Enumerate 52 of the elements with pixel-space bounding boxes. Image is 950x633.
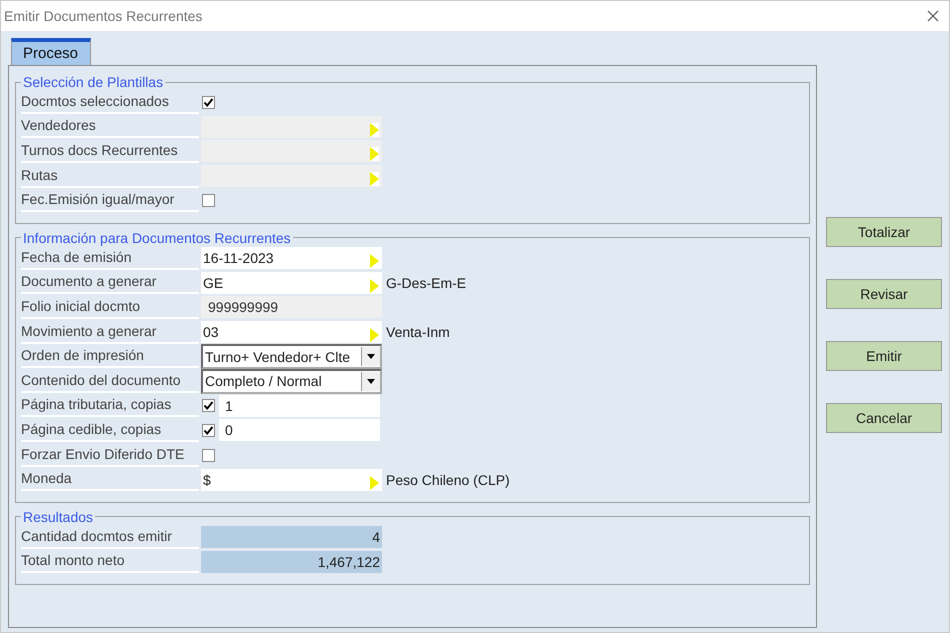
action-button[interactable]: Revisar	[826, 279, 942, 309]
field-label: Contenido del documento	[21, 370, 199, 393]
window-title: Emitir Documentos Recurrentes	[4, 8, 202, 24]
field-label: Total monto neto	[21, 550, 199, 574]
field-label: Cantidad docmtos emitir	[21, 526, 199, 549]
field-label: Movimiento a generar	[21, 320, 199, 344]
checkbox[interactable]	[202, 448, 215, 462]
input-field[interactable]: 03	[201, 321, 382, 344]
dropdown[interactable]: Completo / Normal	[201, 368, 382, 394]
tab[interactable]: Proceso	[11, 38, 92, 65]
input-field[interactable]: 16-11-2023	[201, 247, 382, 270]
group-title: Información para Documentos Recurrentes	[22, 230, 292, 246]
close-icon[interactable]	[927, 10, 939, 22]
field-label: Vendedores	[21, 115, 199, 138]
dropdown[interactable]: Turno+ Vendedor+ Clte	[201, 344, 382, 370]
action-button[interactable]: Totalizar	[826, 217, 942, 247]
field-label: Turnos docs Recurrentes	[21, 140, 199, 163]
field-label: Página tributaria, copias	[21, 394, 199, 418]
checkbox[interactable]	[202, 399, 215, 412]
input-field[interactable]: 1	[219, 394, 380, 417]
input-field[interactable]: $	[201, 468, 382, 491]
dropdown-arrow-icon[interactable]	[367, 378, 375, 384]
arrow-icon[interactable]	[370, 476, 379, 490]
field-label: Fec.Emisión igual/mayor	[21, 189, 199, 212]
input-field[interactable]: 0	[219, 419, 380, 442]
field-label: Fecha de emisión	[21, 246, 199, 270]
checkbox[interactable]	[202, 424, 215, 437]
description-text: Venta-Inm	[386, 324, 450, 340]
field-label: Página cedible, copias	[21, 418, 199, 442]
description-text: Peso Chileno (CLP)	[386, 472, 510, 488]
field-label: Documento a generar	[21, 271, 199, 294]
arrow-icon[interactable]	[370, 278, 379, 293]
group-title: Resultados	[22, 508, 94, 525]
total-value: 1,467,122	[201, 550, 382, 573]
arrow-icon[interactable]	[370, 328, 379, 342]
field-label: Orden de impresión	[21, 345, 199, 368]
description-text: G-Des-Em-E	[386, 274, 466, 291]
action-button[interactable]: Emitir	[826, 341, 942, 371]
field-label: Rutas	[21, 164, 199, 188]
checkbox[interactable]	[202, 96, 215, 109]
total-value: 4	[201, 526, 382, 548]
group-title: Selección de Plantillas	[22, 74, 164, 90]
arrow-icon[interactable]	[370, 254, 379, 268]
field-label: Forzar Envio Diferido DTE	[21, 444, 199, 467]
checkbox[interactable]	[202, 194, 215, 208]
field-label: Moneda	[21, 468, 199, 492]
field-label: Folio inicial docmto	[21, 296, 199, 319]
input-field[interactable]: GE	[201, 272, 382, 294]
dropdown-arrow-icon[interactable]	[367, 354, 375, 360]
action-button[interactable]: Cancelar	[826, 403, 942, 433]
input-field: 999999999	[201, 296, 382, 318]
field-label: Docmtos seleccionados	[21, 90, 199, 114]
